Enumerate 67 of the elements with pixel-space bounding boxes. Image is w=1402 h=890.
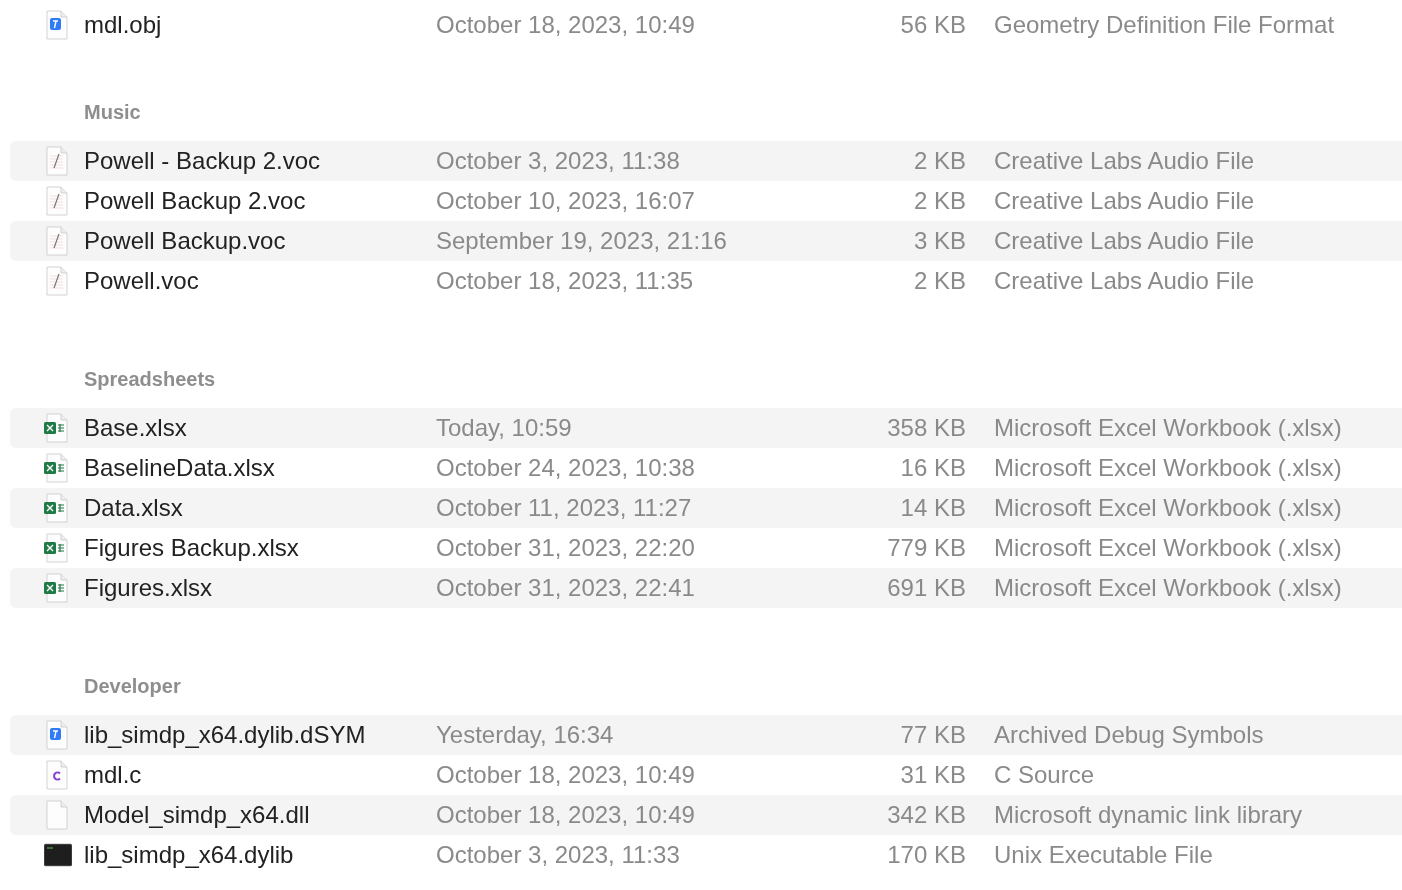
file-name: mdl.c	[84, 760, 143, 790]
file-name: Powell Backup.voc	[84, 226, 287, 256]
file-kind: Creative Labs Audio File	[994, 226, 1255, 256]
file-row[interactable]: Powell Backup.voc September 19, 2023, 21:16 3 KB Creative Labs Audio File	[10, 221, 1402, 261]
date-modified: October 18, 2023, 11:35	[436, 266, 695, 296]
file-kind: C Source	[994, 760, 1095, 790]
file-size: 77 KB	[899, 720, 966, 750]
file-size: 358 KB	[886, 413, 966, 443]
date-modified: October 18, 2023, 10:49	[436, 760, 696, 790]
file-row[interactable]: Base.xlsx Today, 10:59 358 KB Microsoft Excel Workbook (.xlsx)	[10, 408, 1402, 448]
file-name: Powell.voc	[84, 266, 200, 296]
file-size: 2 KB	[912, 186, 966, 216]
file-kind: Microsoft Excel Workbook (.xlsx)	[994, 453, 1342, 483]
file-name: Powell Backup 2.voc	[84, 186, 307, 216]
date-modified: October 3, 2023, 11:38	[436, 146, 681, 176]
file-kind: Microsoft Excel Workbook (.xlsx)	[994, 413, 1342, 443]
file-name: Model_simdp_x64.dll	[84, 800, 311, 830]
date-modified: October 11, 2023, 11:27	[436, 493, 693, 523]
file-name: lib_simdp_x64.dylib	[84, 840, 295, 870]
date-modified: October 10, 2023, 16:07	[436, 186, 696, 216]
file-size: 16 KB	[899, 453, 966, 483]
file-kind: Microsoft Excel Workbook (.xlsx)	[994, 493, 1342, 523]
file-size: 56 KB	[899, 10, 966, 40]
file-kind: Microsoft dynamic link library	[994, 800, 1303, 830]
file-row[interactable]: Figures.xlsx October 31, 2023, 22:41 691 KB Microsoft Excel Workbook (.xlsx)	[10, 568, 1402, 608]
terminal-icon	[44, 840, 72, 870]
date-modified: Yesterday, 16:34	[436, 720, 615, 750]
file-kind: Creative Labs Audio File	[994, 266, 1255, 296]
file-size: 342 KB	[886, 800, 966, 830]
file-size: 2 KB	[912, 146, 966, 176]
file-kind: Creative Labs Audio File	[994, 186, 1255, 216]
file-size: 170 KB	[886, 840, 966, 870]
section-header: Music	[84, 100, 141, 124]
date-modified: October 24, 2023, 10:38	[436, 453, 696, 483]
file-size: 3 KB	[912, 226, 966, 256]
file-size: 2 KB	[912, 266, 966, 296]
date-modified: October 3, 2023, 11:33	[436, 840, 681, 870]
date-modified: October 18, 2023, 10:49	[436, 10, 696, 40]
file-kind: Microsoft Excel Workbook (.xlsx)	[994, 573, 1342, 603]
file-size: 31 KB	[899, 760, 966, 790]
file-row[interactable]: lib_simdp_x64.dylib.dSYM Yesterday, 16:34 77 KB Archived Debug Symbols	[10, 715, 1402, 755]
file-size: 691 KB	[886, 573, 966, 603]
file-name: lib_simdp_x64.dylib.dSYM	[84, 720, 367, 750]
date-modified: October 31, 2023, 22:41	[436, 573, 696, 603]
file-size: 14 KB	[899, 493, 966, 523]
file-name: Base.xlsx	[84, 413, 188, 443]
file-kind: Archived Debug Symbols	[994, 720, 1264, 750]
file-size: 779 KB	[886, 533, 966, 563]
date-modified: Today, 10:59	[436, 413, 573, 443]
date-modified: October 31, 2023, 22:20	[436, 533, 696, 563]
file-row[interactable]: Data.xlsx October 11, 2023, 11:27 14 KB Microsoft Excel Workbook (.xlsx)	[10, 488, 1402, 528]
file-name: Data.xlsx	[84, 493, 184, 523]
file-name: mdl.obj	[84, 10, 163, 40]
file-row[interactable]: Powell - Backup 2.voc October 3, 2023, 11:38 2 KB Creative Labs Audio File	[10, 141, 1402, 181]
date-modified: September 19, 2023, 21:16	[436, 226, 728, 256]
file-name: Figures.xlsx	[84, 573, 214, 603]
file-kind: Geometry Definition File Format	[994, 10, 1335, 40]
date-modified: October 18, 2023, 10:49	[436, 800, 696, 830]
file-name: Powell - Backup 2.voc	[84, 146, 322, 176]
file-row[interactable]: Model_simdp_x64.dll October 18, 2023, 10:49 342 KB Microsoft dynamic link library	[10, 795, 1402, 835]
file-name: Figures Backup.xlsx	[84, 533, 300, 563]
section-header: Spreadsheets	[84, 367, 216, 391]
file-name: BaselineData.xlsx	[84, 453, 276, 483]
section-header: Developer	[84, 674, 181, 698]
file-kind: Creative Labs Audio File	[994, 146, 1255, 176]
file-kind: Unix Executable File	[994, 840, 1213, 870]
file-kind: Microsoft Excel Workbook (.xlsx)	[994, 533, 1342, 563]
